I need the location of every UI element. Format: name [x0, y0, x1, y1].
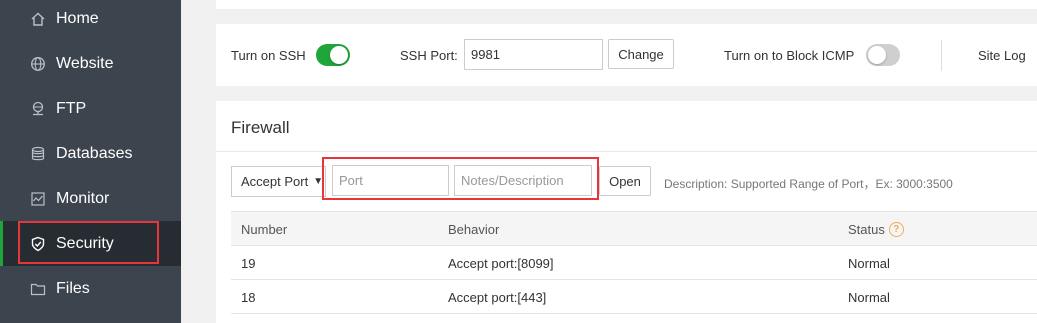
- caret-down-icon: ▼: [313, 176, 324, 187]
- row-number: 19: [241, 256, 256, 271]
- database-icon: [28, 144, 48, 164]
- sidebar-item-label: Monitor: [56, 189, 110, 207]
- sidebar-item-ftp[interactable]: FTP: [0, 86, 181, 131]
- column-number: Number: [241, 222, 288, 237]
- sidebar-item-files[interactable]: Files: [0, 266, 181, 311]
- table-header: Number Behavior Status ?: [231, 211, 1037, 246]
- port-mode-value: Accept Port: [241, 174, 309, 189]
- folder-icon: [28, 279, 48, 299]
- table-row: 19 Accept port:[8099] Normal: [231, 246, 1037, 280]
- port-input[interactable]: Port: [332, 165, 449, 196]
- sidebar-item-security[interactable]: Security: [0, 221, 181, 266]
- open-port-button[interactable]: Open: [599, 166, 651, 196]
- ssh-port-label: SSH Port:: [400, 48, 458, 63]
- sidebar-item-label: Files: [56, 279, 90, 297]
- sidebar-item-label: Databases: [56, 144, 133, 162]
- change-port-button[interactable]: Change: [608, 39, 674, 69]
- sidebar-item-home[interactable]: Home: [0, 0, 181, 41]
- row-behavior: Accept port:[8099]: [448, 256, 554, 271]
- monitor-icon: [28, 189, 48, 209]
- globe-icon: [28, 54, 48, 74]
- block-icmp-label: Turn on to Block ICMP: [724, 48, 855, 63]
- row-status: Normal: [848, 256, 890, 271]
- column-behavior: Behavior: [448, 222, 500, 237]
- firewall-title: Firewall: [231, 118, 290, 137]
- shield-icon: [28, 234, 48, 254]
- site-log-label[interactable]: Site Log: [978, 48, 1026, 63]
- ssh-port-input[interactable]: 9981: [464, 39, 603, 70]
- firewall-panel: Firewall Accept Port ▼ Port Notes/Descri…: [216, 101, 1037, 323]
- active-indicator: [0, 221, 3, 266]
- divider: [216, 151, 1037, 152]
- port-mode-select[interactable]: Accept Port ▼: [231, 166, 326, 197]
- sidebar-item-label: Home: [56, 9, 99, 27]
- toggle-knob: [868, 46, 886, 64]
- row-status: Normal: [848, 290, 890, 305]
- home-icon: [28, 9, 48, 29]
- column-status-label: Status: [848, 222, 885, 237]
- ssh-panel: Turn on SSH SSH Port: 9981 Change Turn o…: [216, 24, 1037, 86]
- block-icmp-toggle[interactable]: [866, 44, 900, 66]
- ssh-toggle-label: Turn on SSH: [231, 48, 306, 63]
- sidebar-item-monitor[interactable]: Monitor: [0, 176, 181, 221]
- sidebar-item-website[interactable]: Website: [0, 41, 181, 86]
- row-number: 18: [241, 290, 256, 305]
- toggle-knob: [330, 46, 348, 64]
- sidebar-item-databases[interactable]: Databases: [0, 131, 181, 176]
- sidebar-item-label: Website: [56, 54, 114, 72]
- sidebar: Home Website FTP Databases Monitor Secur…: [0, 0, 181, 323]
- sidebar-item-label: Security: [56, 234, 114, 252]
- row-behavior: Accept port:[443]: [448, 290, 547, 305]
- table-row: 18 Accept port:[443] Normal: [231, 280, 1037, 314]
- sidebar-item-label: FTP: [56, 99, 87, 117]
- top-panel: [216, 0, 1037, 9]
- ftp-icon: [28, 99, 48, 119]
- port-range-description: Description: Supported Range of Port，Ex:…: [664, 177, 953, 191]
- help-icon[interactable]: ?: [888, 222, 904, 237]
- ssh-toggle[interactable]: [316, 44, 350, 66]
- notes-input[interactable]: Notes/Description: [454, 165, 592, 196]
- divider: [941, 40, 942, 71]
- column-status: Status ?: [848, 222, 904, 237]
